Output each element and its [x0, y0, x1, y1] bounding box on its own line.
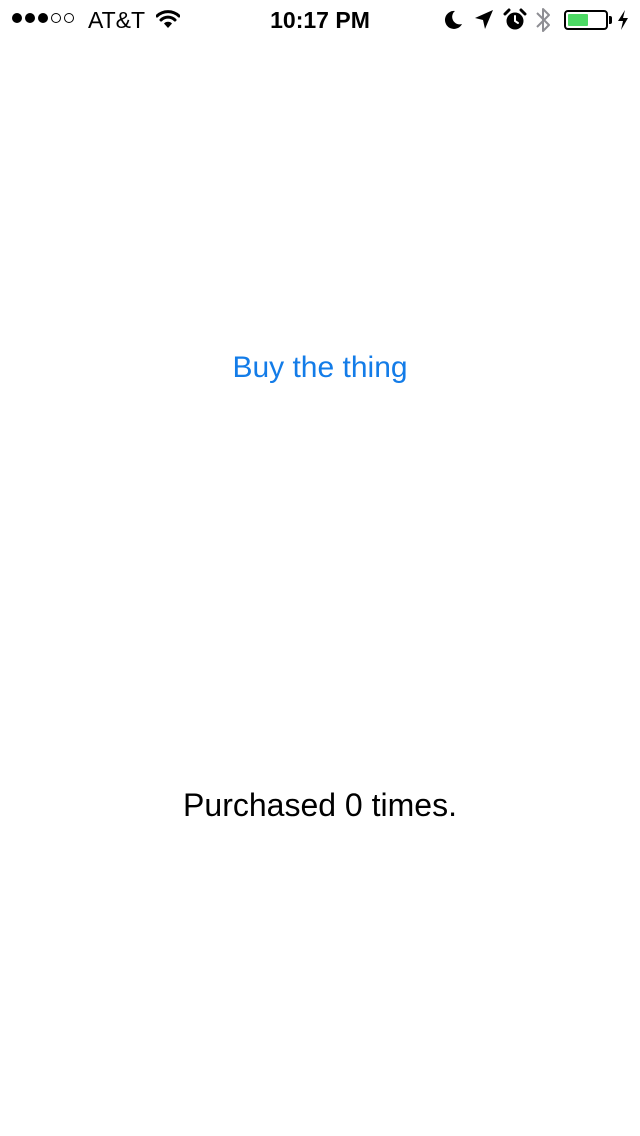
- bluetooth-icon: [535, 6, 551, 39]
- location-arrow-icon: [474, 9, 494, 36]
- purchase-count-label: Purchased 0 times.: [183, 787, 457, 823]
- moon-icon: [442, 9, 464, 36]
- battery-nub: [609, 16, 612, 24]
- battery-level-fill: [568, 14, 588, 26]
- battery-icon: [564, 10, 608, 30]
- buy-button[interactable]: Buy the thing: [0, 346, 640, 390]
- status-bar: AT&T 10:17 PM: [0, 0, 640, 40]
- alarm-icon: [503, 8, 527, 37]
- charging-bolt-icon: [616, 9, 630, 36]
